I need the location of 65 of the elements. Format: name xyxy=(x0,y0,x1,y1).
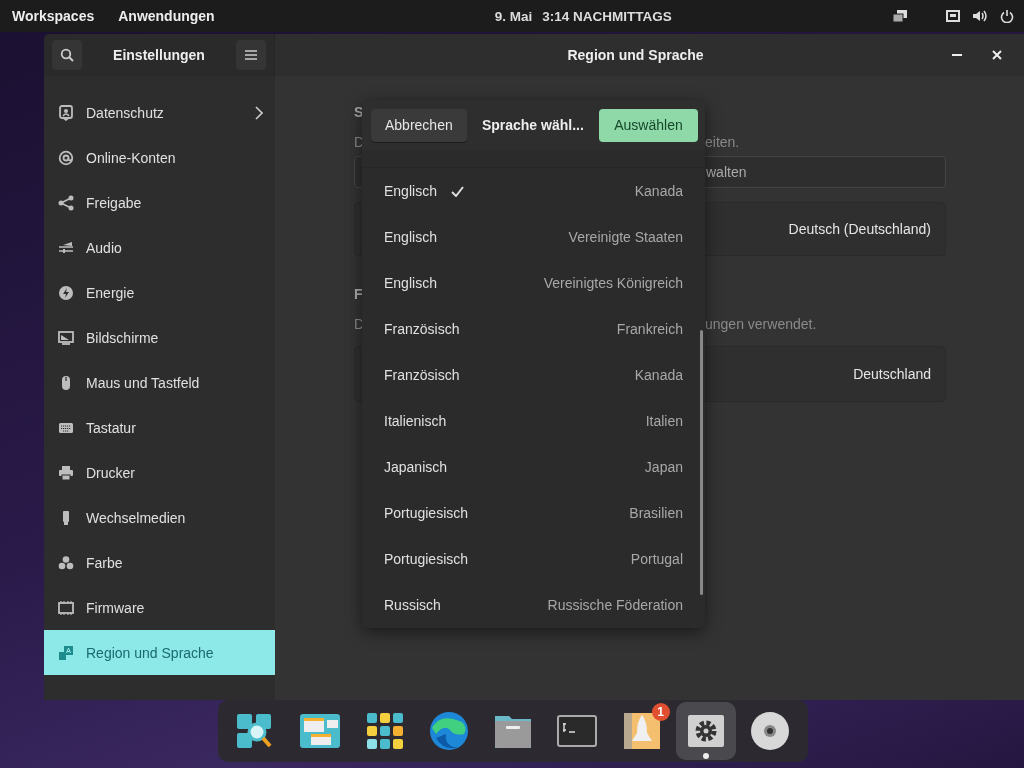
sliders-icon xyxy=(58,239,74,256)
language-row[interactable]: Portugiesisch Portugal xyxy=(362,536,700,582)
power-icon[interactable] xyxy=(1000,9,1014,23)
select-button[interactable]: Auswählen xyxy=(599,108,698,142)
monitor-icon xyxy=(58,329,74,346)
date-text: 9. Mai xyxy=(494,8,533,24)
close-icon xyxy=(992,50,1002,60)
window-stack-icon[interactable] xyxy=(892,9,908,23)
clock-button[interactable]: 9. Mai 3:14 NACHMITTAGS xyxy=(494,8,672,24)
language-row[interactable]: Portugiesisch Brasilien xyxy=(362,490,700,536)
sidebar-item[interactable]: Firmware xyxy=(44,585,275,630)
language-row[interactable]: Japanisch Japan xyxy=(362,444,700,490)
sidebar-item[interactable]: Drucker xyxy=(44,450,275,495)
section-heading: F xyxy=(354,286,364,304)
sidebar-item[interactable]: Farbe xyxy=(44,540,275,585)
minimize-icon xyxy=(952,54,962,56)
search-icon xyxy=(60,48,74,62)
language-row[interactable]: Russisch Russische Föderation xyxy=(362,582,700,628)
disc-icon xyxy=(749,710,791,752)
setting-value: Deutschland xyxy=(853,366,931,382)
volume-icon[interactable] xyxy=(972,9,988,23)
scrollbar-thumb[interactable] xyxy=(700,330,703,595)
menu-icon xyxy=(245,50,257,60)
setting-value: Deutsch (Deutschland) xyxy=(788,221,931,237)
language-icon xyxy=(58,644,74,661)
language-row[interactable]: Italienisch Italien xyxy=(362,398,700,444)
workspaces-button[interactable]: Workspaces xyxy=(12,8,95,24)
sidebar-item[interactable]: Region und Sprache xyxy=(44,630,275,675)
cancel-button[interactable]: Abbrechen xyxy=(371,108,467,142)
sidebar-item[interactable]: Tastatur xyxy=(44,405,275,450)
description-text: ungen verwendet. xyxy=(705,316,817,334)
user-badge-icon xyxy=(58,104,74,121)
notification-badge: 1 xyxy=(651,703,670,721)
sidebar-item[interactable]: Bildschirme xyxy=(44,315,275,360)
section-heading: S xyxy=(354,104,365,122)
language-row[interactable]: Französisch Kanada xyxy=(362,352,700,398)
color-circles-icon xyxy=(58,554,74,571)
sidebar-item[interactable]: Wechselmedien xyxy=(44,495,275,540)
sidebar-item[interactable]: Maus und Tastfeld xyxy=(44,360,275,405)
description-text: eiten. xyxy=(705,134,740,152)
window-title: Region und Sprache xyxy=(566,47,705,63)
popover-title: Sprache wähl... xyxy=(481,117,584,133)
running-indicator xyxy=(702,753,709,759)
dock-item[interactable] xyxy=(675,702,736,760)
language-row[interactable]: Englisch Vereinigtes Königreich xyxy=(362,260,700,306)
share-icon xyxy=(58,194,74,211)
dock-item[interactable]: 1 xyxy=(611,702,672,760)
lightning-circle-icon xyxy=(58,284,74,301)
applications-button[interactable]: Anwendungen xyxy=(118,8,215,24)
language-row[interactable]: Englisch Kanada xyxy=(362,168,700,214)
sidebar-title: Einstellungen xyxy=(113,47,205,63)
menu-button[interactable] xyxy=(236,40,266,70)
search-button[interactable] xyxy=(52,40,82,70)
at-sign-icon xyxy=(58,149,74,166)
sidebar-item[interactable]: Online-Konten xyxy=(44,135,275,180)
sidebar-item[interactable]: Energie xyxy=(44,270,275,315)
language-row[interactable]: Englisch Vereinigte Staaten xyxy=(362,214,700,260)
chip-icon xyxy=(58,599,74,616)
sidebar-item[interactable]: Audio xyxy=(44,225,275,270)
sidebar-item[interactable]: Datenschutz xyxy=(44,90,275,135)
time-text: 3:14 NACHMITTAGS xyxy=(542,8,672,24)
language-row[interactable]: Französisch Frankreich xyxy=(362,306,700,352)
wave-globe-icon xyxy=(427,710,470,752)
sidebar-item[interactable]: Freigabe xyxy=(44,180,275,225)
printer-icon xyxy=(58,464,74,481)
